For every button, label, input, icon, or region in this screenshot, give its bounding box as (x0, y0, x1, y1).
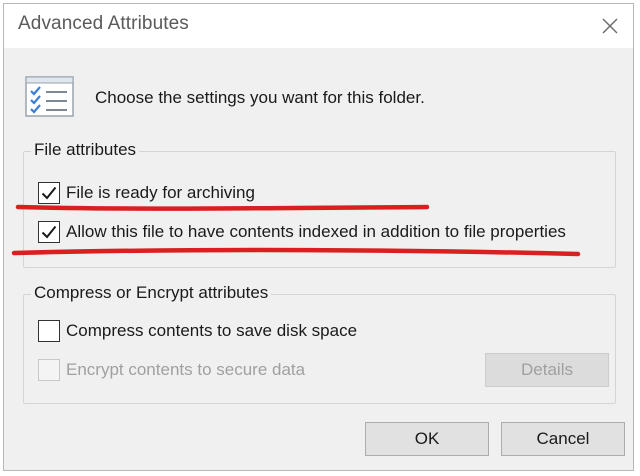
header-instruction: Choose the settings you want for this fo… (95, 88, 425, 107)
file-attributes-title: File attributes (31, 140, 140, 160)
index-checkbox[interactable] (38, 221, 60, 243)
checkmark-icon (41, 186, 57, 200)
encrypt-checkbox (38, 359, 60, 381)
close-icon (602, 18, 618, 34)
advanced-attributes-dialog: Advanced Attributes Choose the settings … (3, 3, 634, 471)
archive-option[interactable]: File is ready for archiving (38, 180, 255, 206)
cancel-button[interactable]: Cancel (501, 422, 625, 456)
compress-checkbox[interactable] (38, 320, 60, 342)
file-attributes-group (23, 151, 616, 268)
encrypt-option: Encrypt contents to secure data (38, 357, 305, 383)
archive-checkbox[interactable] (38, 182, 60, 204)
encrypt-label: Encrypt contents to secure data (66, 360, 306, 379)
attributes-list-icon (25, 76, 74, 117)
compress-label: Compress contents to save disk space (66, 321, 358, 340)
compress-encrypt-group (23, 294, 616, 404)
checkmark-icon (41, 225, 57, 239)
index-option[interactable]: Allow this file to have contents indexed… (38, 219, 566, 245)
index-label: Allow this file to have contents indexed… (66, 222, 566, 241)
title-bar: Advanced Attributes (4, 4, 633, 48)
archive-label: File is ready for archiving (66, 183, 255, 202)
details-button: Details (485, 353, 609, 387)
compress-option[interactable]: Compress contents to save disk space (38, 318, 357, 344)
dialog-title: Advanced Attributes (18, 13, 189, 34)
compress-encrypt-title: Compress or Encrypt attributes (31, 283, 272, 303)
close-button[interactable] (597, 13, 623, 39)
ok-button[interactable]: OK (365, 422, 489, 456)
